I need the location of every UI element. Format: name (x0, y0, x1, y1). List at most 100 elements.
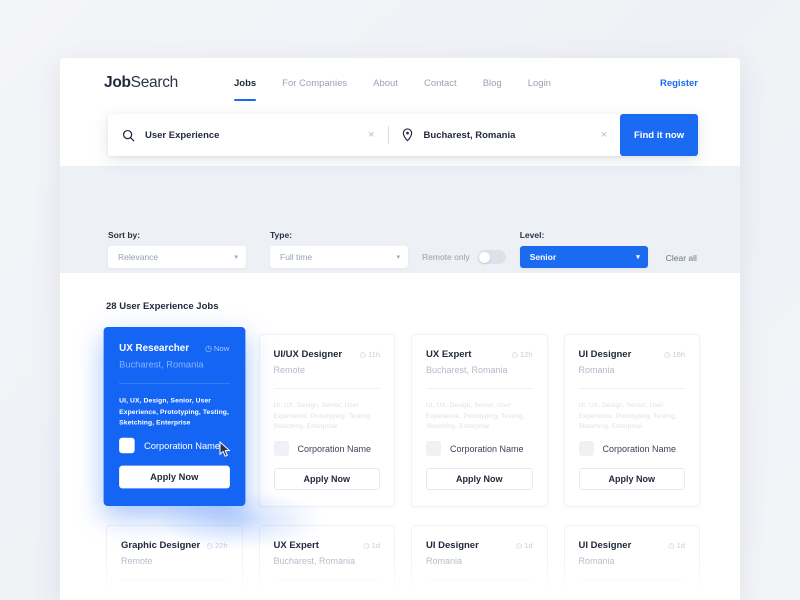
clear-all-button[interactable]: Clear all (666, 253, 697, 268)
job-tags: UI, UX, Design, Senior, User Experience,… (273, 401, 372, 431)
company-row: Corporation Name (273, 433, 381, 457)
level-select-value: Senior (529, 252, 557, 262)
job-posted-time-label: 1d (371, 541, 380, 550)
job-posted-time-label: 22h (214, 541, 228, 550)
brand-logo-light: Search (130, 74, 179, 91)
job-card-header: UI/UX Designer ◷ 11h (274, 349, 381, 360)
job-title: UX Expert (426, 349, 472, 360)
job-tags: UI, UX, Design, Senior, User Experience,… (578, 592, 664, 600)
nav-item-blog[interactable]: Blog (483, 64, 502, 103)
job-posted-time-label: 1d (676, 541, 685, 550)
search-bar-wrap: User Experience × Bucharest, Romania × F… (108, 114, 698, 156)
job-title: UI Designer (426, 540, 479, 551)
apply-now-button[interactable]: Apply Now (119, 465, 230, 489)
card-divider (121, 579, 228, 580)
company-name: Corporation Name (297, 443, 372, 454)
job-tags: UI, UX, Design, Senior, User Experience,… (119, 397, 229, 427)
keyword-input[interactable]: User Experience (145, 130, 355, 141)
job-card-header: UI Designer ◷ 16h (579, 349, 686, 360)
search-icon (122, 129, 135, 141)
job-card[interactable]: UI Designer ◷ 1d Romania UI, UX, Design, Sen… (411, 525, 548, 600)
remote-only-toggle[interactable] (477, 250, 506, 264)
company-logo-placeholder (578, 441, 594, 457)
nav-item-for-companies[interactable]: For Companies (282, 64, 347, 103)
card-divider (426, 579, 533, 580)
clock-icon: ◷ (204, 343, 212, 353)
job-location: Bucharest, Romania (273, 556, 356, 566)
job-card[interactable]: UI Designer ◷ 16h Romania UI, UX, Design, Se… (563, 334, 700, 507)
job-title: UI Designer (578, 540, 632, 551)
job-card-header: UI Designer ◷ 1d (426, 540, 533, 551)
job-tags: UI, UX, Design, Senior, User Experience,… (426, 592, 512, 600)
job-posted-time-label: 1d (524, 541, 533, 550)
filter-controls: Sort by: Relevance ▾ Type: Full time ▾ R… (108, 230, 700, 268)
location-field[interactable]: Bucharest, Romania × (389, 114, 621, 156)
job-location: Bucharest, Romania (426, 365, 508, 375)
job-card[interactable]: UX Researcher ◷ Now Bucharest, Romania UI, U… (103, 326, 245, 507)
keyword-field[interactable]: User Experience × (108, 114, 388, 156)
brand-logo[interactable]: JobSearch (104, 74, 178, 92)
filter-level: Level: Senior ▾ (519, 230, 648, 268)
job-card[interactable]: UX Expert ◷ 1d Bucharest, Romania UI, UX, De… (258, 525, 395, 600)
job-tags: UI, UX, Design, Senior, User Experience,… (273, 592, 359, 600)
company-row: Corporation Name (578, 433, 686, 457)
job-title: Graphic Designer (121, 540, 201, 551)
chevron-down-icon: ▾ (636, 254, 640, 261)
job-location: Remote (121, 556, 153, 566)
clear-keyword-icon[interactable]: × (365, 128, 377, 143)
job-posted-time: ◷ 1d (363, 540, 380, 550)
level-select[interactable]: Senior ▾ (519, 246, 648, 268)
results-section: 28 User Experience Jobs UX Researcher ◷ No… (60, 273, 740, 600)
type-select-value: Full time (280, 252, 313, 262)
clock-icon: ◷ (668, 541, 675, 550)
nav-item-contact[interactable]: Contact (424, 64, 457, 103)
find-it-now-button[interactable]: Find it now (620, 114, 698, 156)
job-card-grid: UX Researcher ◷ Now Bucharest, Romania UI, U… (103, 326, 700, 600)
apply-now-button[interactable]: Apply Now (578, 468, 685, 490)
filter-sort: Sort by: Relevance ▾ (108, 230, 246, 268)
job-card[interactable]: Graphic Designer ◷ 22h Remote UI, UX, Design… (106, 525, 243, 600)
card-divider (119, 382, 230, 384)
card-divider (273, 579, 380, 580)
location-input[interactable]: Bucharest, Romania (424, 130, 588, 141)
job-card-header: UX Expert ◷ 1d (274, 540, 381, 551)
clear-location-icon[interactable]: × (598, 128, 610, 143)
job-posted-time: ◷ 12h (511, 349, 532, 359)
site-header: JobSearch Jobs For Companies About Conta… (60, 58, 740, 108)
job-location: Romania (426, 556, 463, 566)
job-card[interactable]: UX Expert ◷ 12h Bucharest, Romania UI, UX, D… (411, 334, 548, 507)
company-name: Corporation Name (602, 443, 677, 454)
job-title: UI/UX Designer (273, 349, 343, 360)
company-logo-placeholder (119, 437, 135, 454)
job-posted-time-label: 11h (368, 350, 380, 359)
nav-item-register[interactable]: Register (660, 64, 698, 103)
clock-icon: ◷ (515, 541, 523, 550)
apply-now-button[interactable]: Apply Now (426, 468, 533, 490)
filter-remote: Remote only (422, 250, 506, 268)
company-name: Corporation Name (143, 440, 221, 451)
job-posted-time-label: Now (213, 343, 230, 353)
nav-item-login[interactable]: Login (528, 64, 551, 103)
search-bar: User Experience × Bucharest, Romania × F… (108, 114, 698, 156)
job-posted-time: ◷ 1d (668, 540, 685, 550)
card-divider (273, 388, 380, 389)
sort-select[interactable]: Relevance ▾ (108, 246, 246, 268)
company-row: Corporation Name (119, 430, 229, 454)
nav-item-about[interactable]: About (373, 64, 398, 103)
job-location: Romania (578, 556, 615, 566)
type-select[interactable]: Full time ▾ (270, 246, 408, 268)
job-card[interactable]: UI Designer ◷ 1d Romania UI, UX, Design, Sen… (563, 525, 700, 600)
toggle-knob (479, 251, 491, 263)
clock-icon: ◷ (663, 350, 671, 359)
apply-now-button[interactable]: Apply Now (273, 468, 380, 490)
filter-bar: Sort by: Relevance ▾ Type: Full time ▾ R… (60, 166, 740, 273)
results-count: 28 User Experience Jobs (106, 301, 219, 312)
card-divider (426, 388, 533, 389)
job-card-header: UX Expert ◷ 12h (426, 349, 533, 360)
job-tags: UI, UX, Design, Senior, User Experience,… (578, 401, 677, 431)
nav-item-jobs[interactable]: Jobs (233, 64, 257, 103)
job-card[interactable]: UI/UX Designer ◷ 11h Remote UI, UX, Design, … (258, 334, 395, 507)
company-row: Corporation Name (426, 433, 533, 457)
job-location: Romania (578, 365, 615, 375)
chevron-down-icon: ▾ (234, 254, 238, 261)
